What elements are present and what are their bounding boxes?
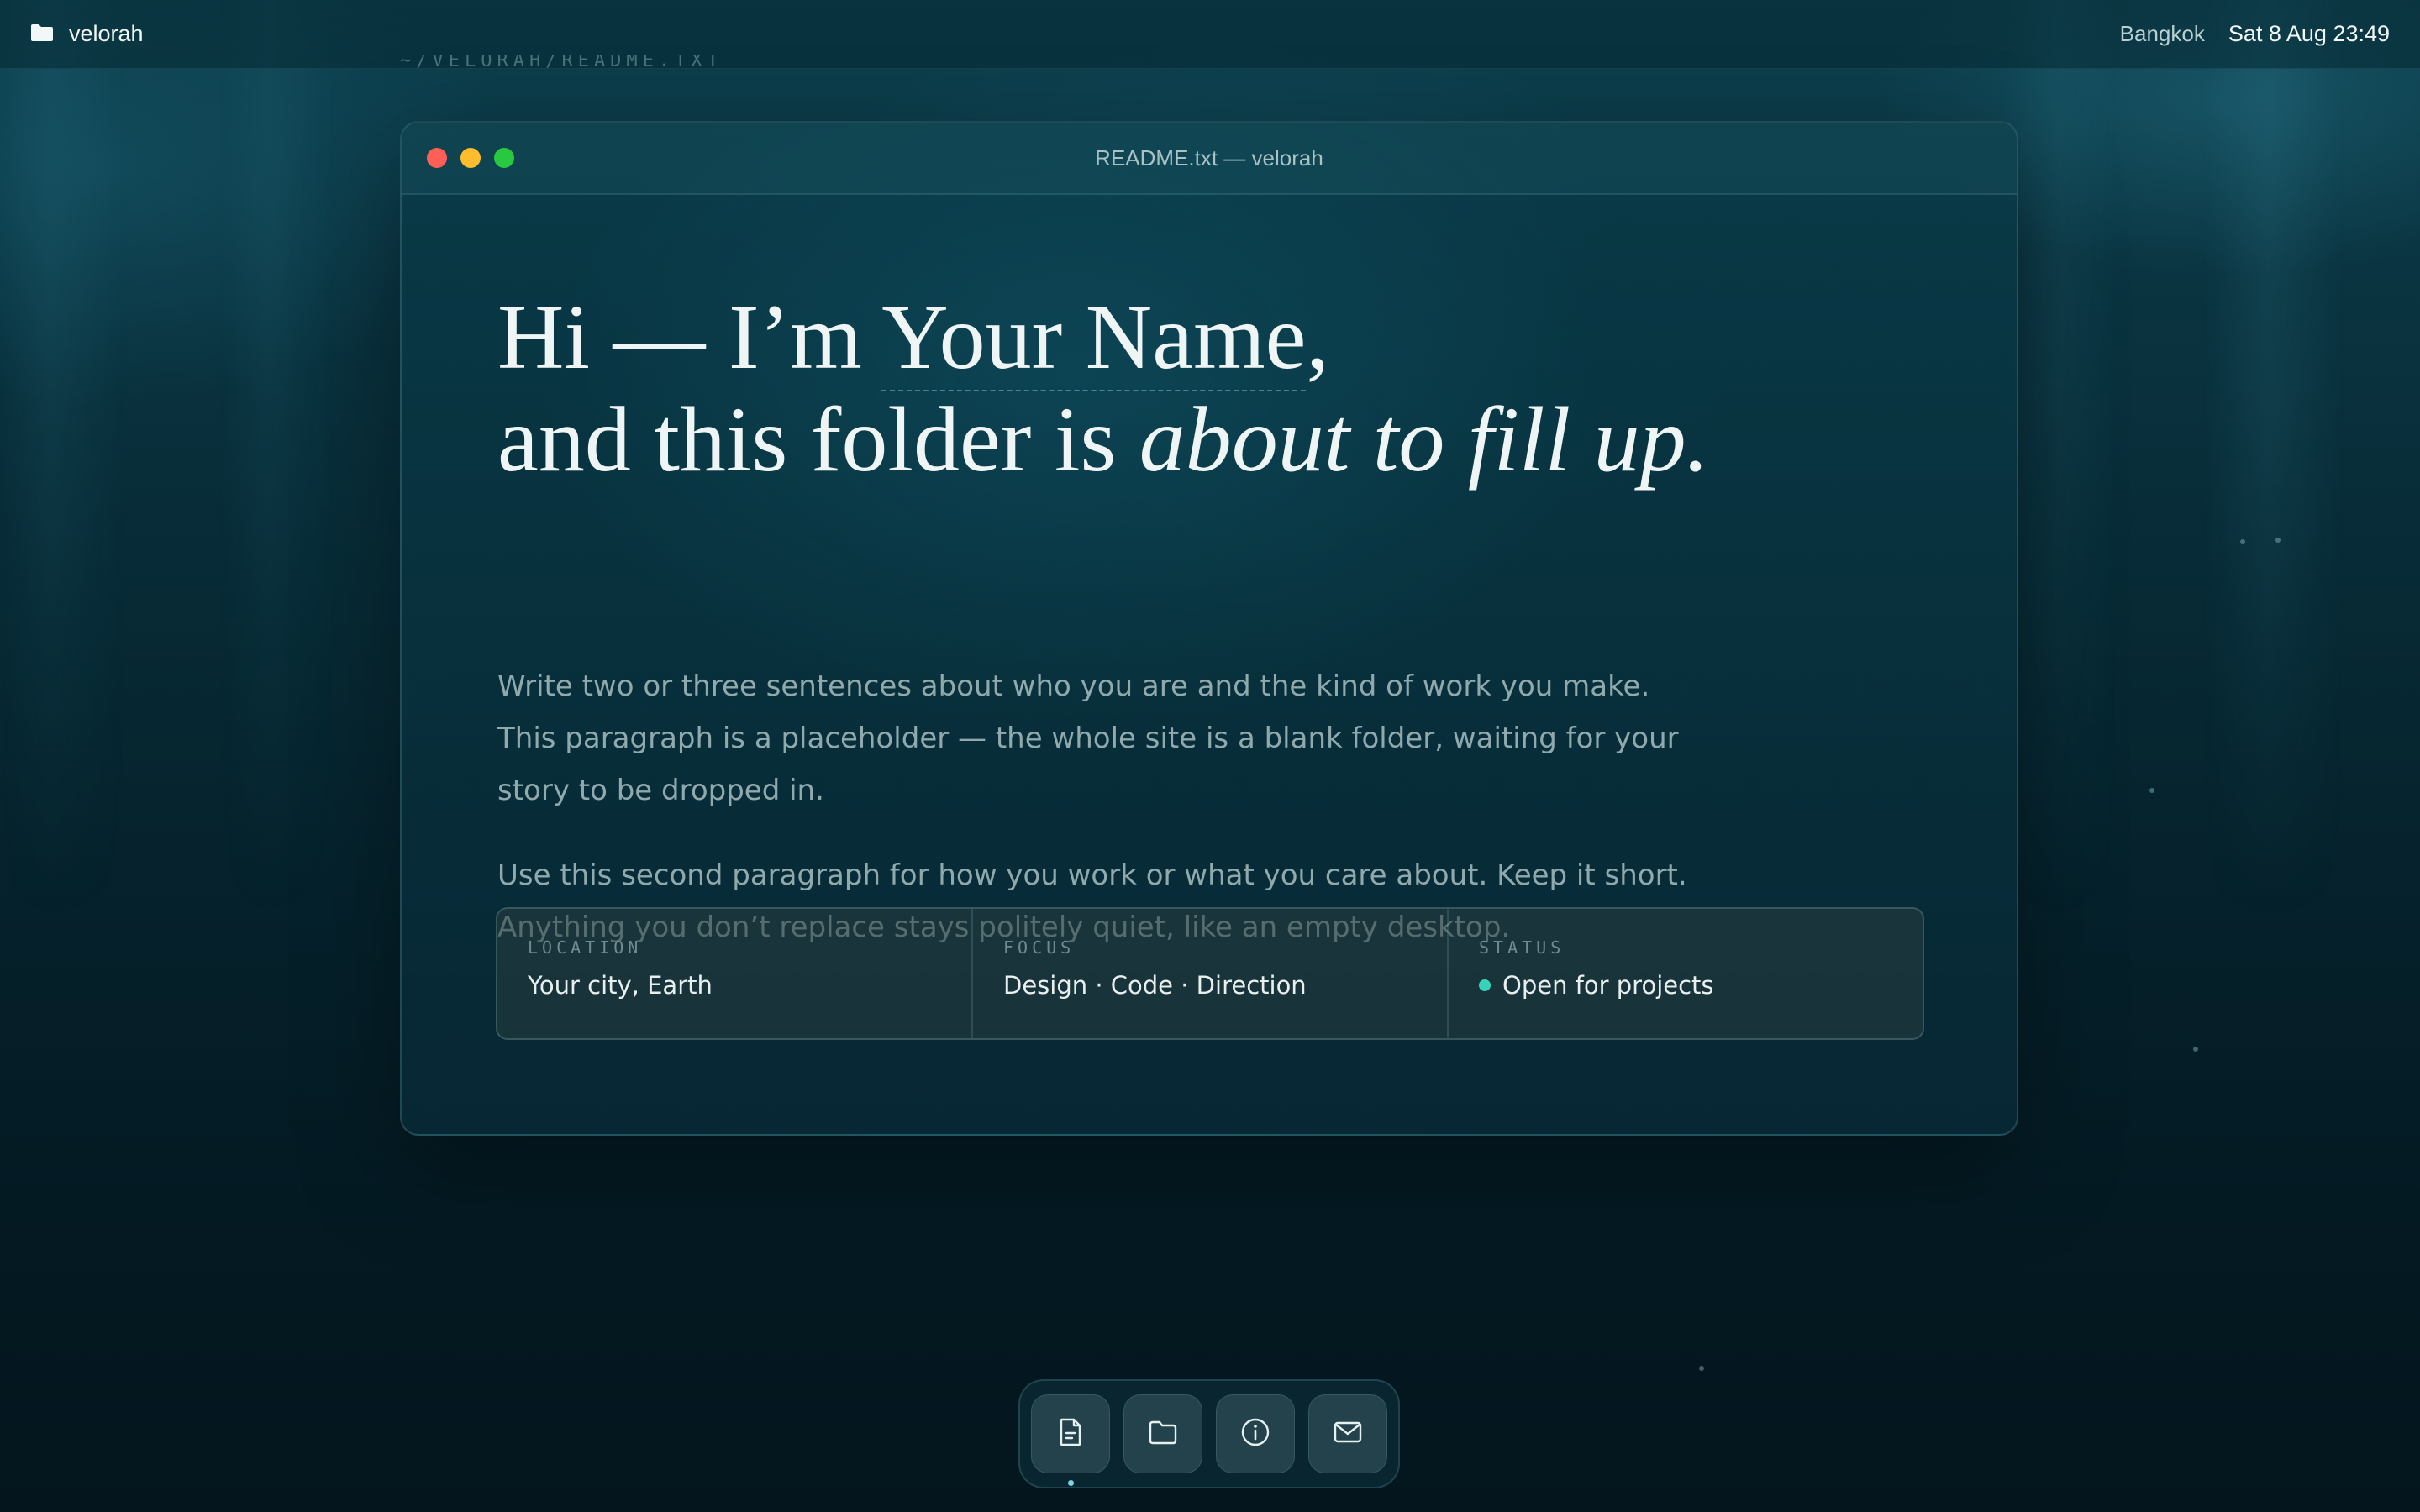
info-icon — [1239, 1416, 1271, 1452]
dock-item-folder[interactable] — [1123, 1394, 1202, 1473]
menu-bar: velorah Bangkok Sat 8 Aug 23:49 — [0, 0, 2420, 69]
close-button[interactable] — [427, 148, 447, 168]
dock-item-readme[interactable] — [1031, 1394, 1110, 1486]
info-location-label: LOCATION — [528, 937, 643, 958]
background-particle — [2149, 788, 2154, 793]
zoom-button[interactable] — [494, 148, 514, 168]
app-name[interactable]: velorah — [69, 21, 144, 47]
info-panel: LOCATION Your city, Earth FOCUS Design ·… — [496, 907, 1924, 1040]
window-titlebar[interactable]: README.txt — velorah — [402, 123, 2017, 195]
headline-comma: , — [1306, 286, 1329, 388]
info-status: STATUS Open for projects — [1449, 909, 1923, 1038]
city-label: Bangkok — [2119, 21, 2205, 46]
background-particle — [1699, 1366, 1704, 1371]
path-breadcrumb: ~/VELORAH/README.TXT — [400, 55, 723, 71]
menu-bar-left: velorah — [30, 21, 144, 47]
headline-emphasis: about to fill up. — [1139, 388, 1710, 491]
minimize-button[interactable] — [460, 148, 481, 168]
background-particle — [2275, 538, 2281, 543]
focus-text: Design · Code · Direction — [1003, 971, 1307, 1000]
intro-paragraph: Write two or three sentences about who y… — [497, 669, 1679, 807]
traffic-lights — [427, 148, 514, 168]
info-status-label: STATUS — [1479, 937, 1565, 958]
background-particle — [2240, 539, 2245, 544]
info-focus: FOCUS Design · Code · Direction — [973, 909, 1449, 1038]
page-title: Hi — I’m Your Name, and this folder is a… — [497, 286, 1709, 491]
folder-icon — [1147, 1416, 1179, 1452]
location-text: Your city, Earth — [528, 971, 713, 1000]
window-title: README.txt — velorah — [1095, 144, 1323, 171]
dock — [1018, 1379, 1400, 1488]
clock: Sat 8 Aug 23:49 — [2228, 21, 2390, 46]
headline-prefix: Hi — I’m — [497, 286, 882, 388]
info-location-value: Your city, Earth — [528, 971, 941, 1000]
status-text: Open for projects — [1502, 971, 1714, 1000]
background-particle — [2193, 1047, 2198, 1052]
info-focus-value: Design · Code · Direction — [1003, 971, 1417, 1000]
document-icon — [1055, 1416, 1086, 1452]
dock-item-mail[interactable] — [1308, 1394, 1387, 1473]
status-dot-icon — [1479, 979, 1491, 991]
folder-icon — [30, 24, 54, 45]
headline-name: Your Name — [881, 286, 1307, 391]
info-status-value: Open for projects — [1479, 971, 1892, 1000]
active-indicator — [1068, 1480, 1074, 1486]
info-focus-label: FOCUS — [1003, 937, 1076, 958]
headline-line2: and this folder is — [497, 388, 1139, 491]
mail-icon — [1332, 1416, 1364, 1452]
dock-item-info[interactable] — [1216, 1394, 1295, 1473]
info-location: LOCATION Your city, Earth — [497, 909, 973, 1038]
menu-bar-right: Bangkok Sat 8 Aug 23:49 — [2120, 21, 2390, 47]
